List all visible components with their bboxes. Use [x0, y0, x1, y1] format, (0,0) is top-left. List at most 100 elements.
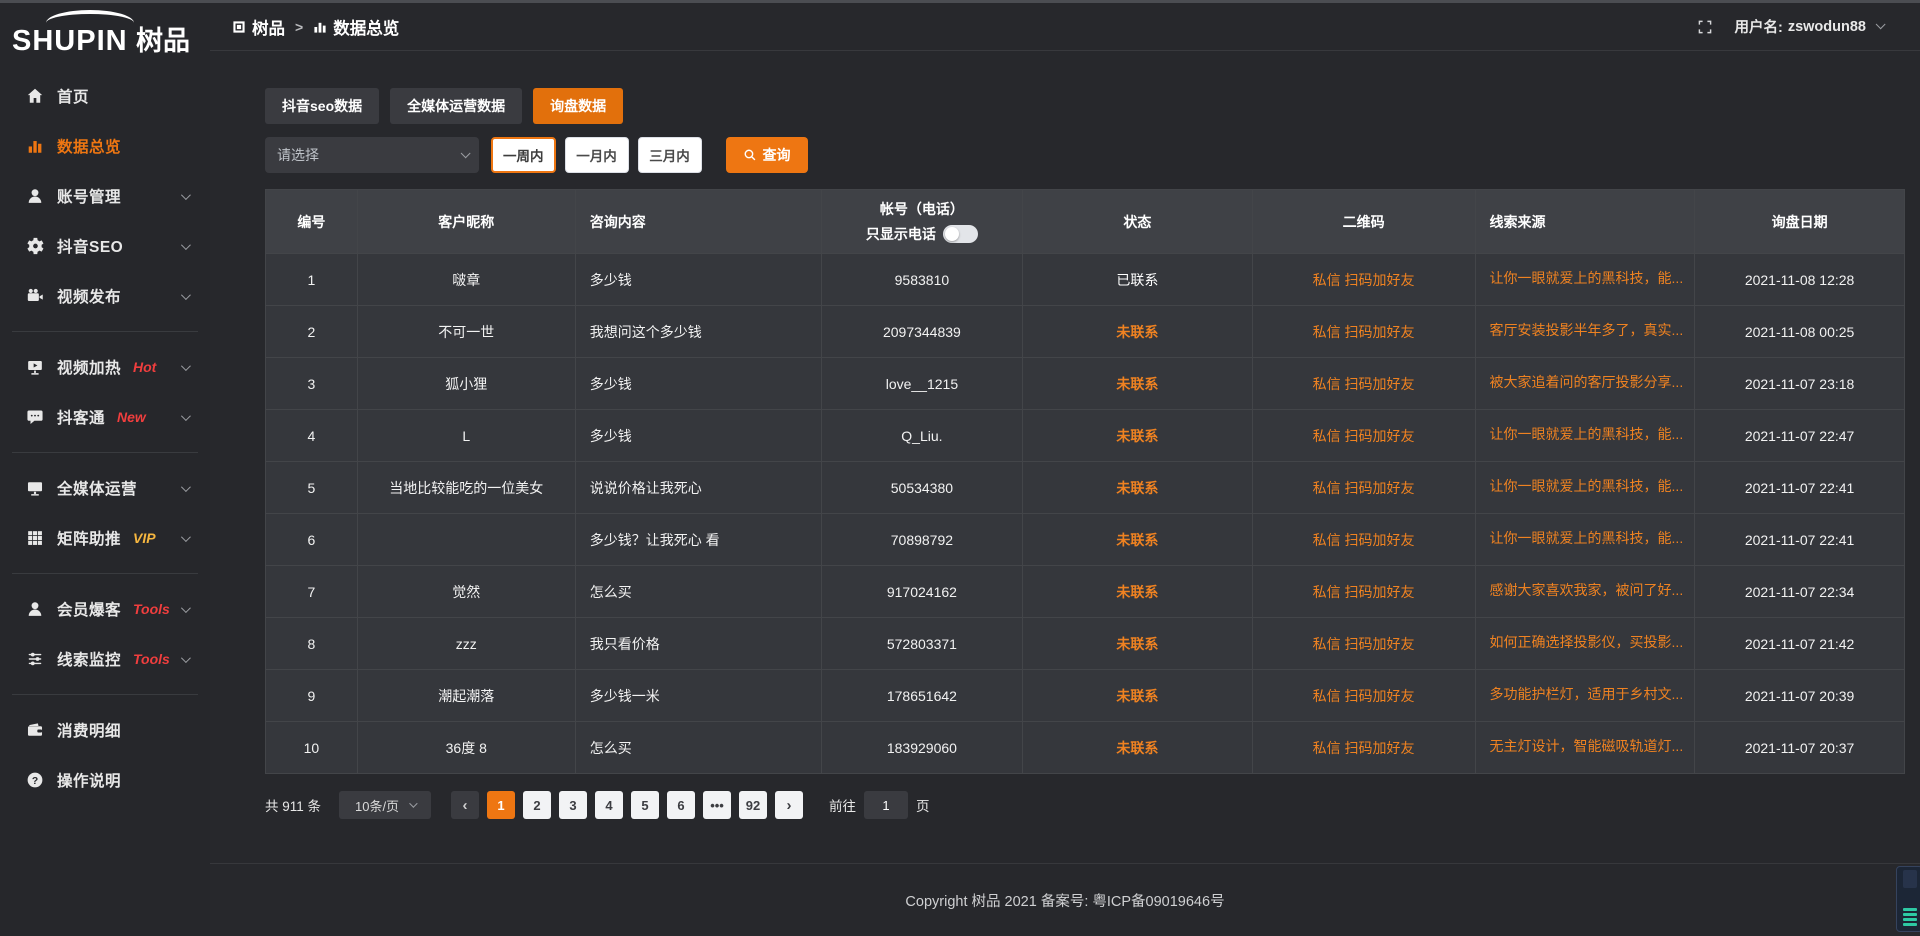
page-button-2[interactable]: 2 — [523, 791, 551, 819]
source-link[interactable]: 让你一眼就爱上的黑科技，能... — [1490, 268, 1684, 288]
sidebar-item-douyin-seo[interactable]: 抖音SEO — [0, 221, 210, 271]
source-link[interactable]: 让你一眼就爱上的黑科技，能... — [1490, 528, 1684, 548]
pagination: 共 911 条 10条/页 ‹ 123456 ••• 92 › 前往 页 — [265, 791, 1905, 819]
sidebar-item-media-operation[interactable]: 全媒体运营 — [0, 463, 210, 513]
col-header-status: 状态 — [1023, 190, 1252, 254]
total-count: 共 911 条 — [265, 795, 321, 815]
sidebar-item-label: 操作说明 — [57, 769, 121, 791]
monitor-icon — [26, 479, 44, 497]
range-three-month-button[interactable]: 三月内 — [638, 137, 702, 173]
source-link[interactable]: 多功能护栏灯，适用于乡村文... — [1490, 684, 1684, 704]
col-header-source: 线索来源 — [1475, 190, 1695, 254]
cell-account: 2097344839 — [821, 306, 1023, 358]
fullscreen-icon[interactable] — [1697, 19, 1713, 35]
sidebar-item-video-heat[interactable]: 视频加热Hot — [0, 342, 210, 392]
cell-nickname: 潮起潮落 — [357, 670, 575, 722]
goto-page-input[interactable] — [864, 791, 908, 819]
qrcode-link[interactable]: 私信 扫码加好友 — [1313, 636, 1415, 652]
page-size-select[interactable]: 10条/页 — [339, 791, 431, 819]
next-page-button[interactable]: › — [775, 791, 803, 819]
cell-account: 183929060 — [821, 722, 1023, 774]
sidebar-item-video-publish[interactable]: 视频发布 — [0, 271, 210, 321]
brand-logo[interactable]: SHUPIN 树品 — [0, 9, 210, 59]
cell-qrcode: 私信 扫码加好友 — [1252, 410, 1475, 462]
brand-logo-cn: 树品 — [136, 26, 190, 56]
cell-id: 1 — [266, 254, 358, 306]
qrcode-link[interactable]: 私信 扫码加好友 — [1313, 480, 1415, 496]
qrcode-link[interactable]: 私信 扫码加好友 — [1313, 376, 1415, 392]
cell-id: 8 — [266, 618, 358, 670]
tab-douyin-seo-data[interactable]: 抖音seo数据 — [265, 88, 379, 124]
qrcode-link[interactable]: 私信 扫码加好友 — [1313, 272, 1415, 288]
cell-qrcode: 私信 扫码加好友 — [1252, 722, 1475, 774]
qrcode-link[interactable]: 私信 扫码加好友 — [1313, 428, 1415, 444]
corner-widget[interactable] — [1896, 866, 1920, 932]
table-row: 5当地比较能吃的一位美女说说价格让我死心50534380未联系私信 扫码加好友让… — [266, 462, 1905, 514]
cell-content: 多少钱一米 — [575, 670, 821, 722]
breadcrumb-item-home[interactable]: 树品 — [232, 15, 285, 39]
cell-qrcode: 私信 扫码加好友 — [1252, 462, 1475, 514]
qrcode-link[interactable]: 私信 扫码加好友 — [1313, 324, 1415, 340]
source-link[interactable]: 让你一眼就爱上的黑科技，能... — [1490, 424, 1684, 444]
tab-inquiry-data[interactable]: 询盘数据 — [533, 88, 623, 124]
chevron-down-icon — [181, 532, 191, 542]
source-link[interactable]: 客厅安装投影半年多了，真实... — [1490, 320, 1684, 340]
sidebar-item-matrix-boost[interactable]: 矩阵助推VIP — [0, 513, 210, 563]
page-button-4[interactable]: 4 — [595, 791, 623, 819]
page-button-92[interactable]: 92 — [739, 791, 767, 819]
app-square-icon — [232, 20, 246, 34]
table-header-row: 编号 客户昵称 咨询内容 帐号（电话） 只显示电话 状态 — [266, 190, 1905, 254]
cell-date: 2021-11-07 22:47 — [1695, 410, 1905, 462]
source-link[interactable]: 感谢大家喜欢我家，被问了好... — [1490, 580, 1684, 600]
table-row: 4L多少钱Q_Liu.未联系私信 扫码加好友让你一眼就爱上的黑科技，能...20… — [266, 410, 1905, 462]
qrcode-link[interactable]: 私信 扫码加好友 — [1313, 688, 1415, 704]
source-link[interactable]: 让你一眼就爱上的黑科技，能... — [1490, 476, 1684, 496]
sidebar-divider — [12, 331, 198, 332]
col-header-id: 编号 — [266, 190, 358, 254]
cell-content: 说说价格让我死心 — [575, 462, 821, 514]
cell-date: 2021-11-07 22:41 — [1695, 514, 1905, 566]
qrcode-link[interactable]: 私信 扫码加好友 — [1313, 740, 1415, 756]
qrcode-link[interactable]: 私信 扫码加好友 — [1313, 532, 1415, 548]
phone-toggle-label: 只显示电话 — [866, 224, 936, 244]
source-link[interactable]: 如何正确选择投影仪，买投影... — [1490, 632, 1684, 652]
cell-content: 多少钱 — [575, 358, 821, 410]
goto-page: 前往 页 — [829, 791, 930, 819]
tab-media-operation-data[interactable]: 全媒体运营数据 — [390, 88, 522, 124]
query-button-label: 查询 — [763, 145, 791, 165]
qrcode-link[interactable]: 私信 扫码加好友 — [1313, 584, 1415, 600]
source-link[interactable]: 被大家追着问的客厅投影分享... — [1490, 372, 1684, 392]
page-button-5[interactable]: 5 — [631, 791, 659, 819]
cell-status: 未联系 — [1023, 358, 1252, 410]
breadcrumb-item-current[interactable]: 数据总览 — [313, 15, 399, 39]
phone-only-toggle[interactable] — [943, 225, 978, 243]
page-button-3[interactable]: 3 — [559, 791, 587, 819]
sidebar-item-label: 全媒体运营 — [57, 477, 137, 499]
cell-qrcode: 私信 扫码加好友 — [1252, 358, 1475, 410]
select-placeholder: 请选择 — [277, 145, 319, 165]
user-menu[interactable]: 用户名: zswodun88 — [1735, 16, 1883, 37]
cell-id: 4 — [266, 410, 358, 462]
sidebar-item-consumption-detail[interactable]: 消费明细 — [0, 705, 210, 755]
sidebar-item-account-management[interactable]: 账号管理 — [0, 171, 210, 221]
sidebar-item-operation-guide[interactable]: ?操作说明 — [0, 755, 210, 805]
more-pages-button[interactable]: ••• — [703, 791, 731, 819]
cell-qrcode: 私信 扫码加好友 — [1252, 514, 1475, 566]
sidebar-item-data-overview[interactable]: 数据总览 — [0, 121, 210, 171]
sidebar-item-label: 会员爆客 — [57, 598, 121, 620]
table-row: 8zzz我只看价格572803371未联系私信 扫码加好友如何正确选择投影仪，买… — [266, 618, 1905, 670]
chevron-down-icon — [181, 240, 191, 250]
sidebar-item-member-burst[interactable]: 会员爆客Tools — [0, 584, 210, 634]
source-link[interactable]: 无主灯设计，智能磁吸轨道灯... — [1490, 736, 1684, 756]
sidebar-item-douketong[interactable]: 抖客通New — [0, 392, 210, 442]
range-one-week-button[interactable]: 一周内 — [491, 137, 556, 173]
cell-nickname: 啵章 — [357, 254, 575, 306]
page-button-1[interactable]: 1 — [487, 791, 515, 819]
account-select[interactable]: 请选择 — [265, 137, 479, 173]
sidebar-item-home[interactable]: 首页 — [0, 71, 210, 121]
query-button[interactable]: 查询 — [726, 137, 808, 173]
sidebar-item-clue-monitor[interactable]: 线索监控Tools — [0, 634, 210, 684]
range-one-month-button[interactable]: 一月内 — [565, 137, 629, 173]
page-button-6[interactable]: 6 — [667, 791, 695, 819]
prev-page-button[interactable]: ‹ — [451, 791, 479, 819]
